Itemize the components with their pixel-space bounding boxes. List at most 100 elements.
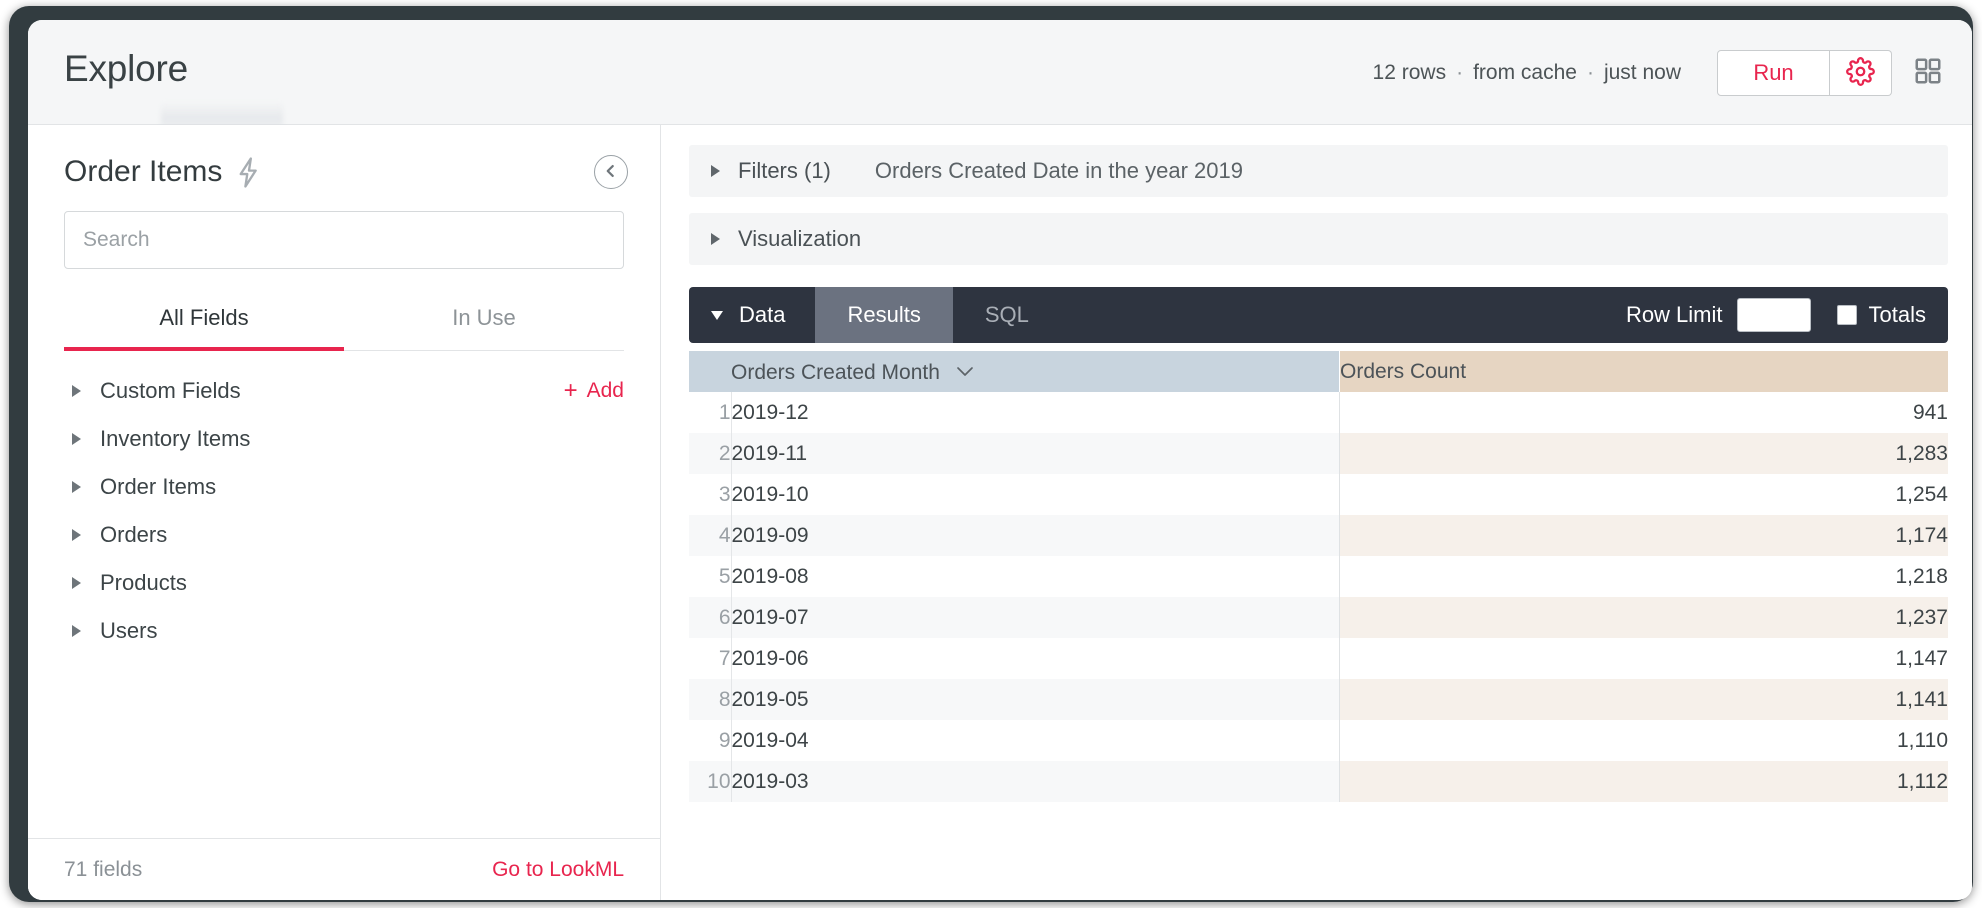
- column-header-dimension[interactable]: Orders Created Month: [731, 351, 1340, 392]
- caret-right-icon: [711, 233, 720, 245]
- caret-right-icon: [72, 625, 81, 637]
- row-index-header: [689, 351, 731, 392]
- explore-header: Order Items: [28, 125, 660, 189]
- table-row[interactable]: 3 2019-10 1,254: [689, 474, 1948, 515]
- window-frame: Explore 12 rows · from cache · just now …: [9, 6, 1973, 902]
- tree-item-label: Inventory Items: [100, 426, 251, 451]
- results-table-body: 1 2019-12 941 2 2019-11 1,283 3 2019-10: [689, 392, 1948, 802]
- tree-item-order-items[interactable]: Order Items: [28, 463, 660, 511]
- table-row[interactable]: 5 2019-08 1,218: [689, 556, 1948, 597]
- cell-month: 2019-04: [731, 720, 1340, 761]
- caret-right-icon: [72, 577, 81, 589]
- cell-month: 2019-08: [731, 556, 1340, 597]
- page-title: Explore: [64, 48, 189, 89]
- table-row[interactable]: 7 2019-06 1,147: [689, 638, 1948, 679]
- tree-item-custom-fields[interactable]: Custom Fields + Add: [28, 367, 660, 415]
- column-header-label: Orders Created Month: [731, 360, 940, 384]
- tree-item-label: Order Items: [100, 474, 217, 499]
- app-window: Explore 12 rows · from cache · just now …: [28, 20, 1972, 900]
- cell-count: 1,112: [1339, 761, 1948, 802]
- data-label: Data: [739, 302, 786, 327]
- filters-bar[interactable]: Filters (1) Orders Created Date in the y…: [689, 145, 1948, 197]
- cell-month: 2019-05: [731, 679, 1340, 720]
- grid-layout-button[interactable]: [1910, 55, 1946, 91]
- caret-right-icon: [72, 481, 81, 493]
- header-right-group: 12 rows · from cache · just now Run: [1373, 20, 1946, 125]
- app-body: Order Items Search All Fields In Use Cus…: [28, 125, 1972, 900]
- results-table-head: Orders Created Month Orders Count: [689, 351, 1948, 392]
- row-index: 5: [689, 556, 732, 597]
- cell-count: 1,110: [1339, 720, 1948, 761]
- tree-item-inventory-items[interactable]: Inventory Items: [28, 415, 660, 463]
- totals-label: Totals: [1868, 302, 1926, 327]
- tree-item-orders[interactable]: Orders: [28, 511, 660, 559]
- row-index: 10: [689, 761, 732, 802]
- cell-count: 1,218: [1339, 556, 1948, 597]
- caret-right-icon: [72, 385, 81, 397]
- row-index: 4: [689, 515, 732, 556]
- field-count-label: 71 fields: [64, 857, 143, 881]
- filters-summary: Orders Created Date in the year 2019: [874, 158, 1243, 183]
- cell-count: 1,254: [1339, 474, 1948, 515]
- explore-name: Order Items: [64, 155, 223, 188]
- sidebar-footer: 71 fields Go to LookML: [28, 838, 660, 900]
- totals-checkbox[interactable]: [1836, 305, 1857, 325]
- table-row[interactable]: 9 2019-04 1,110: [689, 720, 1948, 761]
- search-input[interactable]: [64, 211, 624, 269]
- main-panel: Filters (1) Orders Created Date in the y…: [661, 125, 1972, 900]
- data-tab-strip: Data Results SQL Row Limit Totals: [689, 287, 1948, 343]
- cell-count: 1,237: [1339, 597, 1948, 638]
- table-row[interactable]: 6 2019-07 1,237: [689, 597, 1948, 638]
- last-run-status: just now: [1603, 60, 1681, 84]
- cache-status: from cache: [1473, 60, 1577, 84]
- plus-icon: +: [563, 377, 578, 404]
- field-tabs: All Fields In Use: [64, 299, 624, 351]
- cell-month: 2019-07: [731, 597, 1340, 638]
- tab-results[interactable]: Results: [815, 287, 953, 343]
- go-to-lookml-link[interactable]: Go to LookML: [492, 858, 624, 882]
- caret-down-icon: [711, 310, 723, 320]
- table-row[interactable]: 4 2019-09 1,174: [689, 515, 1948, 556]
- settings-button[interactable]: [1830, 49, 1892, 96]
- tree-item-users[interactable]: Users: [28, 607, 660, 655]
- table-row[interactable]: 8 2019-05 1,141: [689, 679, 1948, 720]
- field-tree: Custom Fields + Add Inventory Items Orde…: [28, 367, 660, 655]
- visualization-bar[interactable]: Visualization: [689, 213, 1948, 265]
- run-button[interactable]: Run: [1717, 49, 1830, 96]
- cell-count: 1,174: [1339, 515, 1948, 556]
- tree-item-products[interactable]: Products: [28, 559, 660, 607]
- tree-item-label: Products: [100, 570, 187, 595]
- table-row[interactable]: 1 2019-12 941: [689, 392, 1948, 433]
- cell-month: 2019-10: [731, 474, 1340, 515]
- caret-right-icon: [711, 165, 720, 177]
- cell-month: 2019-12: [731, 392, 1340, 433]
- data-strip-controls: Row Limit Totals: [1626, 287, 1948, 343]
- cell-count: 1,141: [1339, 679, 1948, 720]
- add-label: Add: [586, 379, 624, 402]
- row-index: 8: [689, 679, 732, 720]
- data-section-toggle[interactable]: Data: [689, 287, 815, 343]
- totals-toggle[interactable]: Totals: [1836, 302, 1926, 328]
- tab-in-use[interactable]: In Use: [344, 299, 624, 351]
- status-separator-1: ·: [1456, 60, 1464, 84]
- cell-count: 941: [1339, 392, 1948, 433]
- table-row[interactable]: 2 2019-11 1,283: [689, 433, 1948, 474]
- tab-sql[interactable]: SQL: [953, 287, 1061, 343]
- table-row[interactable]: 10 2019-03 1,112: [689, 761, 1948, 802]
- caret-right-icon: [72, 529, 81, 541]
- row-limit-input[interactable]: [1736, 298, 1811, 332]
- cell-month: 2019-11: [731, 433, 1340, 474]
- collapse-sidebar-button[interactable]: [594, 155, 628, 189]
- cell-count: 1,147: [1339, 638, 1948, 679]
- add-custom-field-button[interactable]: + Add: [564, 379, 624, 403]
- table-header-row: Orders Created Month Orders Count: [689, 351, 1948, 392]
- results-table: Orders Created Month Orders Count 1 2019…: [689, 351, 1948, 802]
- cell-month: 2019-06: [731, 638, 1340, 679]
- tab-all-fields[interactable]: All Fields: [64, 299, 344, 351]
- row-index: 1: [689, 392, 732, 433]
- column-header-measure[interactable]: Orders Count: [1339, 351, 1948, 392]
- row-index: 3: [689, 474, 732, 515]
- tree-item-label: Orders: [100, 522, 168, 547]
- row-limit-label: Row Limit: [1625, 302, 1723, 327]
- tree-item-label: Custom Fields: [100, 378, 241, 403]
